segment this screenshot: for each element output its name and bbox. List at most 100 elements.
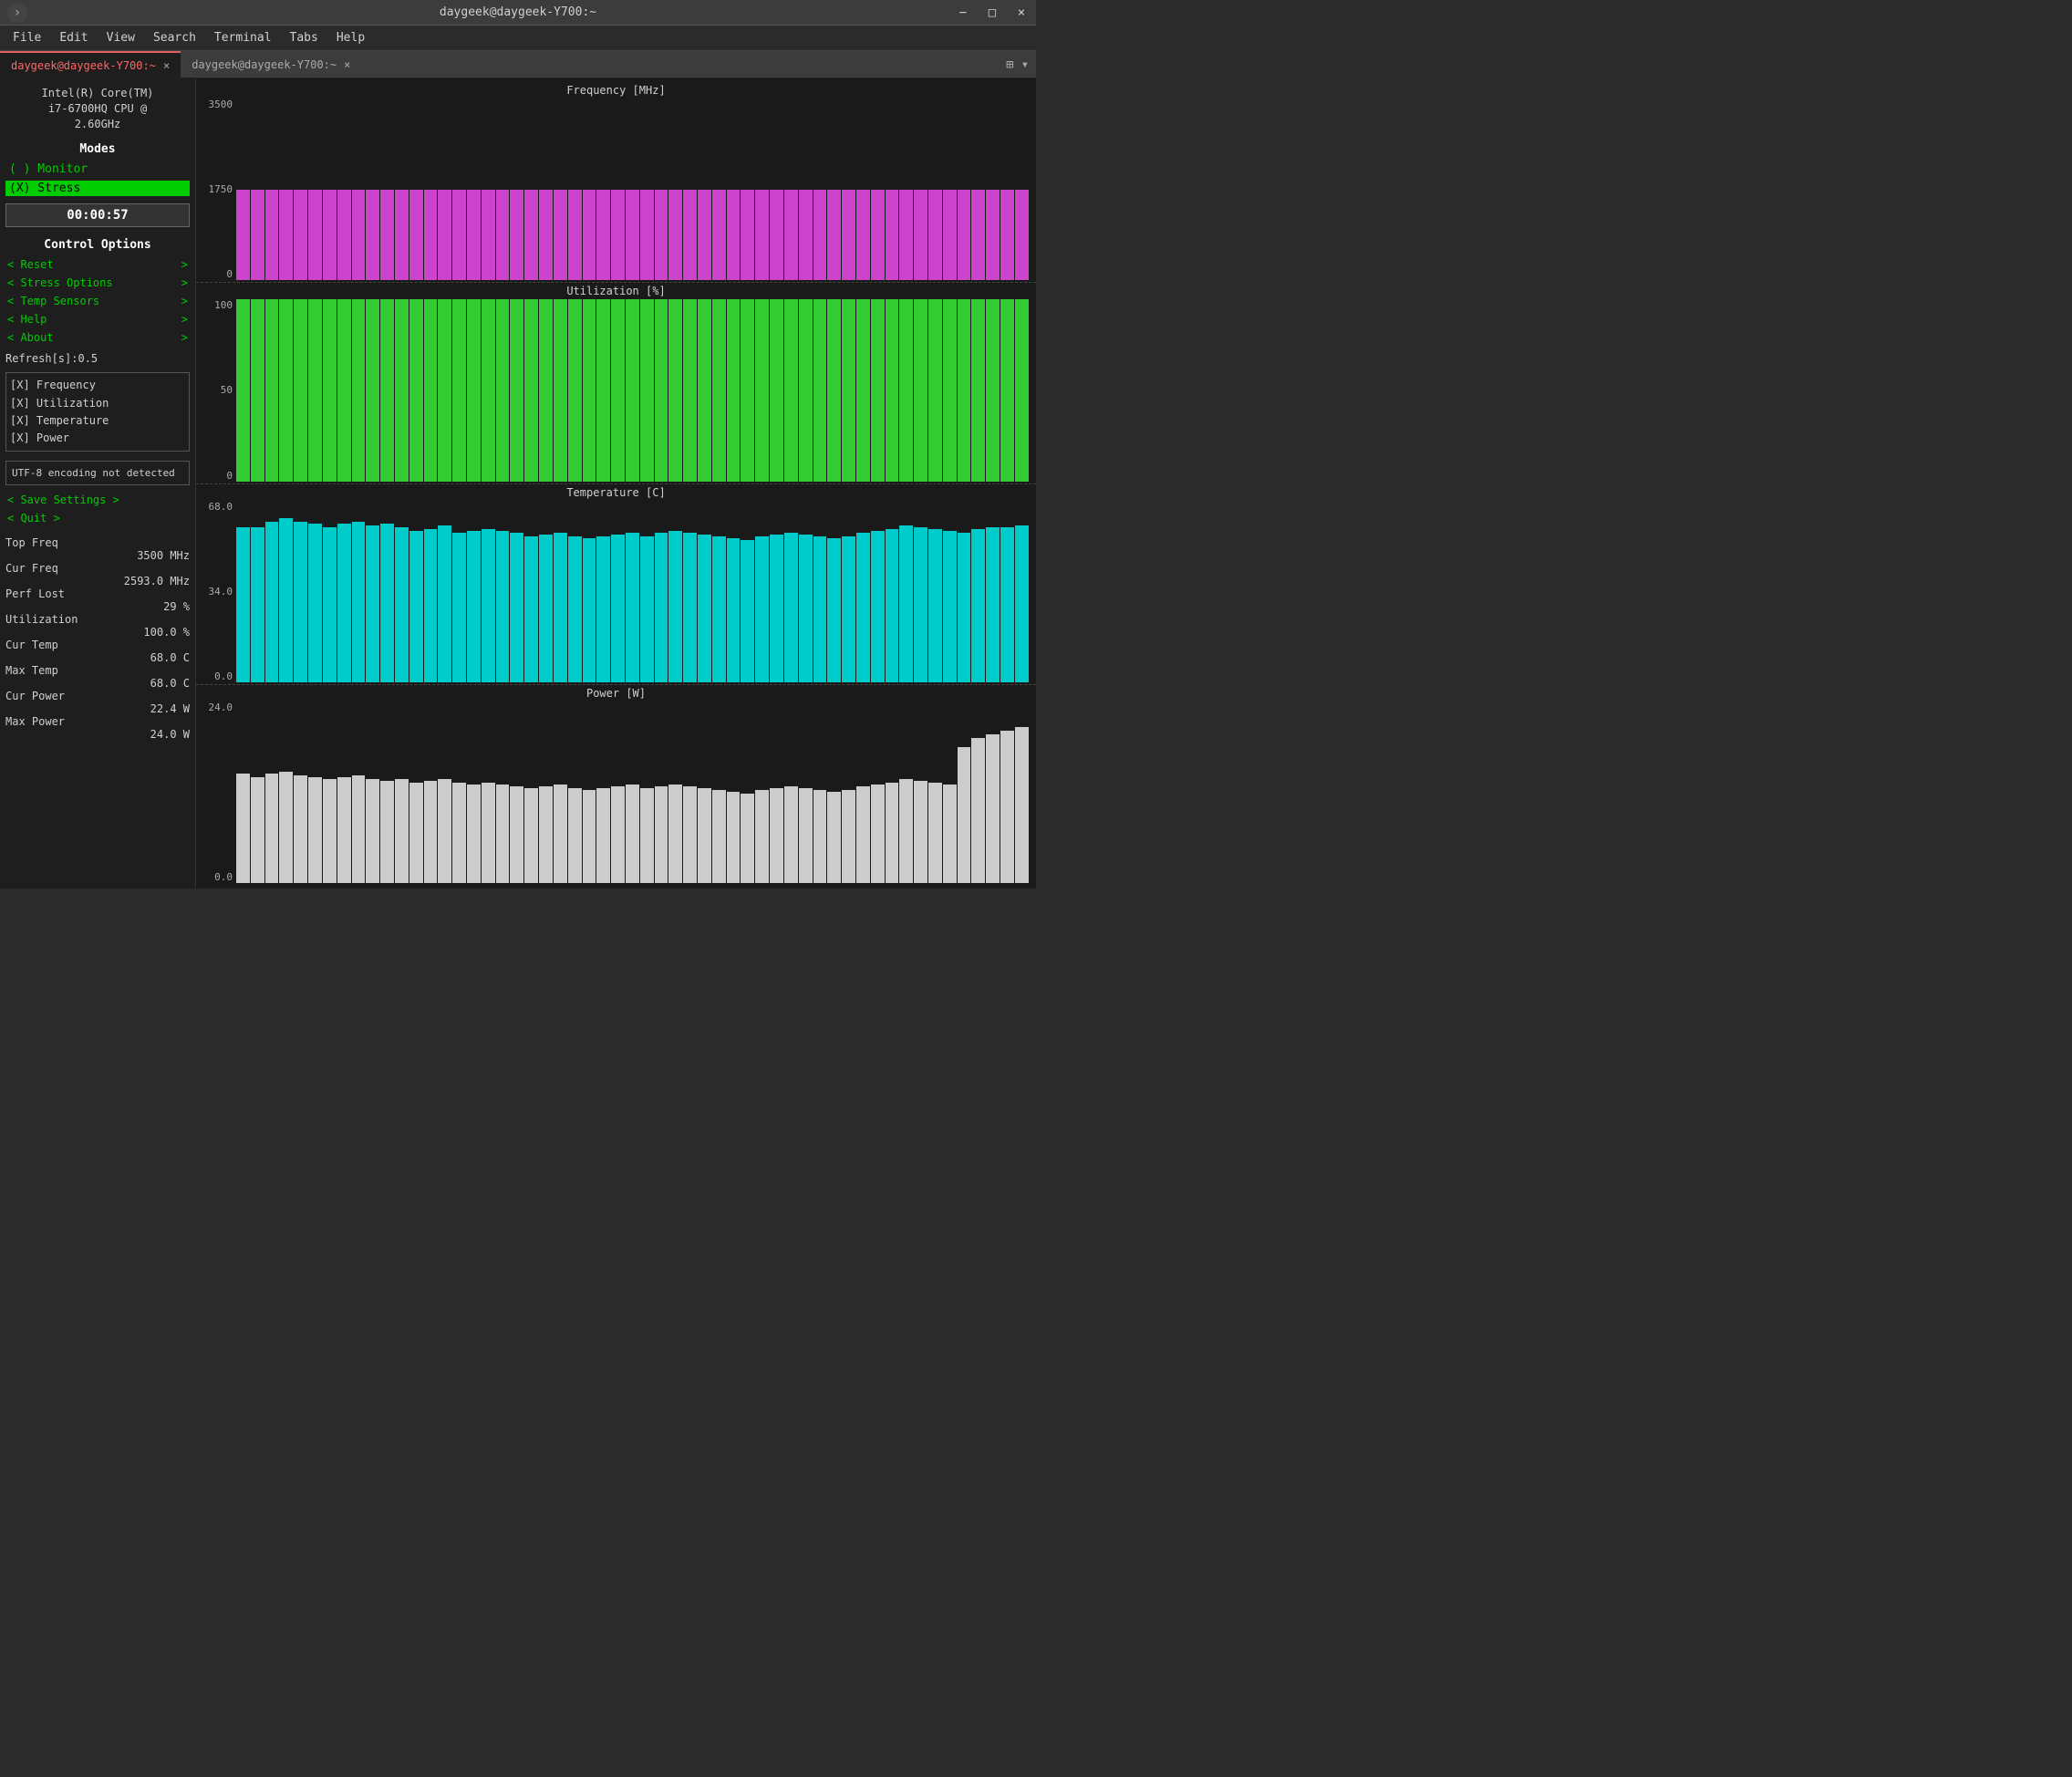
- temp-y-max: 68.0: [209, 501, 233, 513]
- bar: [323, 501, 337, 682]
- tab-active-close[interactable]: ×: [163, 59, 170, 72]
- bar: [668, 99, 682, 280]
- freq-y-max: 3500: [209, 99, 233, 110]
- checkbox-power[interactable]: [X] Power: [10, 430, 185, 447]
- bar: [741, 99, 754, 280]
- bar: [467, 701, 481, 883]
- bar: [914, 99, 927, 280]
- bar: [799, 299, 813, 481]
- max-temp-label: Max Temp: [5, 664, 58, 677]
- refresh-rate: Refresh[s]:0.5: [5, 352, 190, 365]
- bar: [943, 99, 957, 280]
- menu-terminal[interactable]: Terminal: [205, 27, 281, 48]
- tab-inactive[interactable]: daygeek@daygeek-Y700:~ ×: [181, 51, 361, 78]
- bar: [496, 501, 510, 682]
- bar: [958, 99, 971, 280]
- quit-button[interactable]: < Quit >: [5, 511, 190, 525]
- window-controls[interactable]: − □ ×: [948, 0, 1036, 26]
- bar: [279, 299, 293, 481]
- app-icon: ›: [7, 3, 27, 23]
- control-help[interactable]: < Help >: [5, 312, 190, 327]
- control-temp-label: < Temp Sensors: [7, 295, 99, 307]
- bar: [510, 501, 523, 682]
- bar: [265, 99, 279, 280]
- bar: [683, 701, 697, 883]
- tabbar: daygeek@daygeek-Y700:~ × daygeek@daygeek…: [0, 51, 1036, 78]
- bar: [784, 501, 798, 682]
- cpu-info: Intel(R) Core(TM) i7-6700HQ CPU @ 2.60GH…: [5, 86, 190, 131]
- checkbox-temperature[interactable]: [X] Temperature: [10, 412, 185, 430]
- bar: [813, 299, 827, 481]
- bar: [323, 99, 337, 280]
- bar: [799, 701, 813, 883]
- bar: [482, 501, 495, 682]
- bar: [871, 501, 885, 682]
- bar: [813, 99, 827, 280]
- bar: [337, 99, 351, 280]
- bar: [655, 99, 668, 280]
- frequency-chart-area: 3500 1750 0: [203, 99, 1029, 280]
- control-temp-sensors[interactable]: < Temp Sensors >: [5, 294, 190, 308]
- bar: [424, 701, 438, 883]
- bar: [971, 501, 985, 682]
- control-reset[interactable]: < Reset >: [5, 257, 190, 272]
- util-y-min: 0: [226, 470, 233, 482]
- frequency-chart-title: Frequency [MHz]: [203, 84, 1029, 97]
- menubar: File Edit View Search Terminal Tabs Help: [0, 26, 1036, 51]
- menu-help[interactable]: Help: [327, 27, 374, 48]
- bar: [784, 99, 798, 280]
- tab-inactive-close[interactable]: ×: [344, 58, 350, 71]
- bar: [871, 99, 885, 280]
- bar: [770, 501, 783, 682]
- control-about[interactable]: < About >: [5, 330, 190, 345]
- bar: [1000, 701, 1014, 883]
- bar: [871, 299, 885, 481]
- freq-y-mid: 1750: [209, 183, 233, 195]
- menu-search[interactable]: Search: [144, 27, 205, 48]
- bar: [438, 501, 451, 682]
- checkbox-frequency[interactable]: [X] Frequency: [10, 377, 185, 394]
- utilization-chart: Utilization [%] 100 50 0: [196, 283, 1036, 483]
- bar: [294, 99, 307, 280]
- bar: [827, 299, 841, 481]
- monitor-mode[interactable]: ( ) Monitor: [5, 161, 190, 177]
- tab-active[interactable]: daygeek@daygeek-Y700:~ ×: [0, 51, 181, 78]
- bar: [265, 501, 279, 682]
- stress-mode[interactable]: (X) Stress: [5, 181, 190, 196]
- minimize-button[interactable]: −: [948, 0, 978, 26]
- bar: [482, 299, 495, 481]
- bar: [886, 299, 899, 481]
- bar: [712, 299, 726, 481]
- bar: [366, 299, 379, 481]
- frequency-bars: [236, 99, 1029, 280]
- tab-menu-icon[interactable]: ▾: [1021, 57, 1029, 72]
- bar: [409, 99, 423, 280]
- maximize-button[interactable]: □: [978, 0, 1007, 26]
- bar: [842, 701, 855, 883]
- bar: [323, 701, 337, 883]
- checkbox-utilization[interactable]: [X] Utilization: [10, 395, 185, 412]
- bar: [712, 701, 726, 883]
- bar: [958, 701, 971, 883]
- menu-view[interactable]: View: [98, 27, 144, 48]
- bar: [712, 501, 726, 682]
- bar: [626, 99, 639, 280]
- bar: [899, 99, 913, 280]
- bar: [352, 701, 366, 883]
- menu-file[interactable]: File: [4, 27, 50, 48]
- bar: [596, 99, 610, 280]
- bar: [583, 299, 596, 481]
- menu-edit[interactable]: Edit: [50, 27, 97, 48]
- power-y-axis: 24.0 0.0: [203, 701, 236, 883]
- save-settings[interactable]: < Save Settings >: [5, 493, 190, 507]
- tab-pin-icon[interactable]: ⊞: [1006, 57, 1013, 72]
- control-stress-options[interactable]: < Stress Options >: [5, 275, 190, 290]
- bar: [886, 701, 899, 883]
- bar: [928, 299, 942, 481]
- menu-tabs[interactable]: Tabs: [281, 27, 327, 48]
- bar: [668, 299, 682, 481]
- power-y-min: 0.0: [214, 871, 233, 883]
- close-button[interactable]: ×: [1007, 0, 1036, 26]
- bar: [640, 99, 654, 280]
- bar: [496, 299, 510, 481]
